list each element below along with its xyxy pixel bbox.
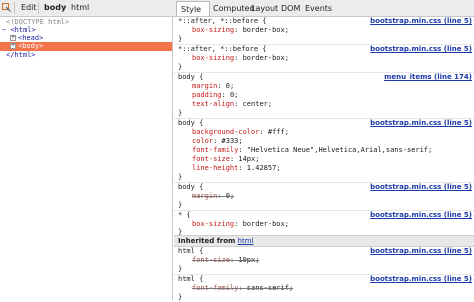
overridden-style-property[interactable]: margin: 0; [192,192,234,201]
rule-source-link[interactable]: bootstrap.min.css (line 5) [370,119,472,128]
rule-selector[interactable]: body { [178,119,203,128]
tab-events[interactable]: Events [301,1,336,16]
toolbar-separator [38,2,39,14]
expand-icon[interactable]: + [10,43,16,49]
html-close-node[interactable]: </html> [6,51,36,59]
html-tree-panel: <!DOCTYPE html> − <html> + <head> + <body>… [0,17,173,300]
html-open-node[interactable]: − <html> [2,26,36,34]
rule-source-link[interactable]: bootstrap.min.css (line 5) [370,17,472,26]
inherited-label: Inherited from [178,237,236,245]
rule-close: } [178,35,183,43]
html-open-tag: <html> [10,26,36,34]
tab-style[interactable]: Style ▾ [176,1,210,29]
rule-source-link[interactable]: menu_items (line 174) [384,73,472,82]
breadcrumb-chevron-icon: › [63,3,67,12]
rule-close: } [178,293,183,301]
rule-selector[interactable]: *::after, *::before { [178,45,267,54]
head-tag: <head> [18,34,44,42]
style-property[interactable]: line-height: 1.42857; [192,164,281,173]
edit-button[interactable]: Edit [21,0,37,16]
head-node[interactable]: + <head> [10,34,43,42]
toolbar: Edit body › html Style ▾ Computed Layout… [0,0,474,29]
overridden-style-property[interactable]: font-size: 10px; [192,256,259,265]
rule-source-link[interactable]: bootstrap.min.css (line 5) [370,211,472,220]
style-property[interactable]: margin: 0; [192,82,234,91]
rule-close: } [178,173,183,181]
rule-source-link[interactable]: bootstrap.min.css (line 5) [370,275,472,284]
selected-body-node[interactable]: + <body> [0,42,172,51]
expand-icon[interactable]: + [10,35,16,41]
style-property[interactable]: font-size: 14px; [192,155,259,164]
rule-close: } [178,63,183,71]
style-property[interactable]: box-sizing: border-box; [192,26,289,35]
rule-selector[interactable]: * { [178,211,191,220]
style-property[interactable]: padding: 0; [192,91,238,100]
breadcrumb-html[interactable]: html [71,0,89,16]
style-property[interactable]: box-sizing: border-box; [192,220,289,229]
style-property[interactable]: color: #333; [192,137,243,146]
rule-source-link[interactable]: bootstrap.min.css (line 5) [370,45,472,54]
rule-selector[interactable]: html { [178,275,203,284]
overridden-style-property[interactable]: font-family: sans-serif; [192,284,293,293]
rule-close: } [178,109,183,117]
style-property[interactable]: font-family: "Helvetica Neue",Helvetica,… [192,146,432,155]
style-property[interactable]: box-sizing: border-box; [192,54,289,63]
rule-close: } [178,201,183,209]
inherited-element-link[interactable]: html [238,237,254,245]
rule-selector[interactable]: body { [178,73,203,82]
style-property[interactable]: text-align: center; [192,100,272,109]
doctype-node[interactable]: <!DOCTYPE html> [6,18,69,26]
rule-selector[interactable]: body { [178,183,203,192]
toolbar-separator [14,2,15,14]
collapse-icon[interactable]: − [2,26,6,34]
style-property[interactable]: background-color: #fff; [192,128,289,137]
rule-close: } [178,265,183,273]
body-tag: <body> [18,42,44,50]
rule-selector[interactable]: *::after, *::before { [178,17,267,26]
rule-source-link[interactable]: bootstrap.min.css (line 5) [370,183,472,192]
tab-style-label: Style [181,5,202,14]
rule-selector[interactable]: html { [178,247,203,256]
rule-source-link[interactable]: bootstrap.min.css (line 5) [370,247,472,256]
inspect-icon[interactable] [2,3,11,12]
inherited-section-header: Inherited from html [174,235,474,247]
style-panel: *::after, *::before { bootstrap.min.css … [174,17,474,301]
